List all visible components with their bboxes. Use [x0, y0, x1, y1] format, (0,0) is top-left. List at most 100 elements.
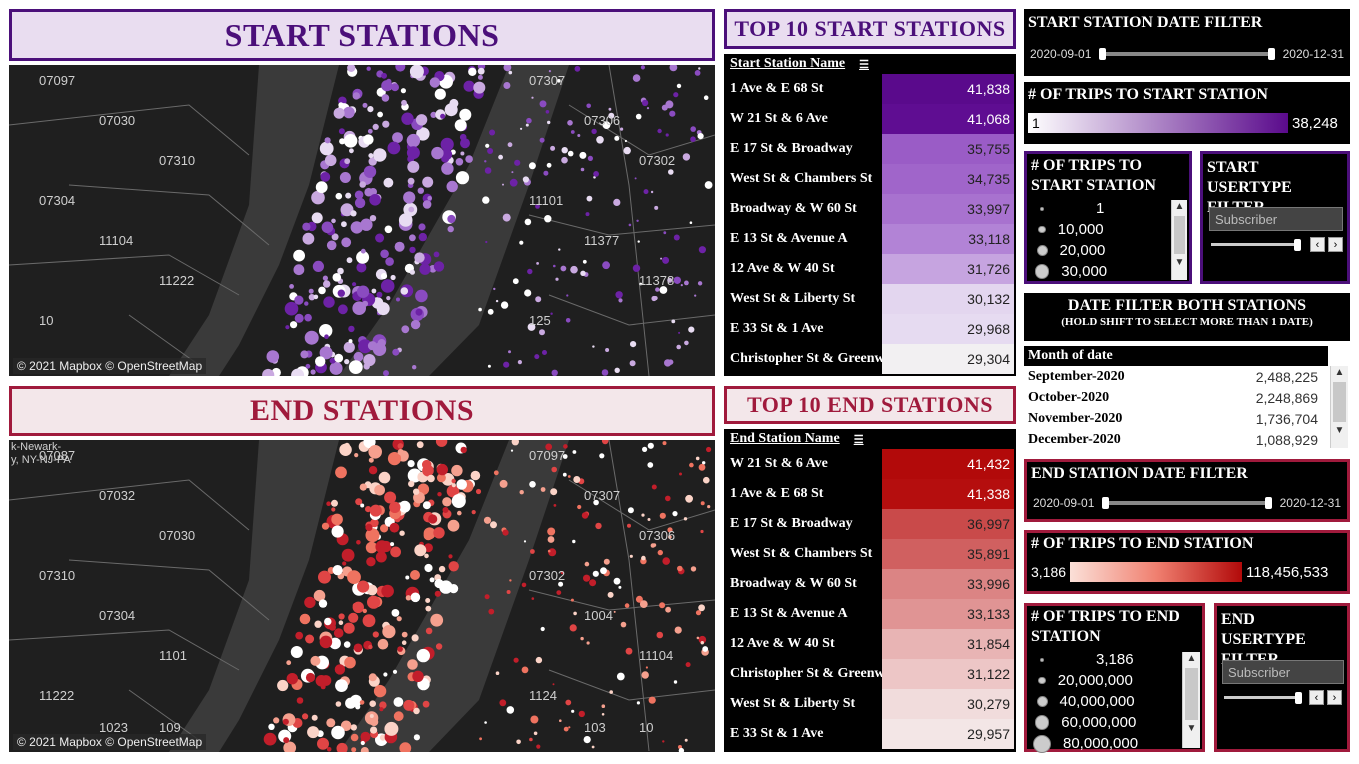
trip-count[interactable]: 29,957: [882, 719, 1014, 749]
station-name[interactable]: West St & Chambers St: [724, 164, 882, 194]
start-map[interactable]: 07097 07307 07030 07306 07310 07302 07304 11101…: [9, 65, 715, 376]
column-header-label[interactable]: Start Station Name: [730, 56, 845, 72]
scroll-up-icon[interactable]: ▲: [1172, 200, 1187, 214]
prev-button[interactable]: ‹: [1310, 237, 1325, 252]
station-name[interactable]: W 21 St & 6 Ave: [724, 104, 882, 134]
start-date-to[interactable]: 2020-12-31: [1283, 47, 1344, 61]
scroll-up-icon[interactable]: ▲: [1331, 366, 1348, 380]
station-name[interactable]: 12 Ave & W 40 St: [724, 254, 882, 284]
table-row[interactable]: Broadway & W 60 St 33,997: [724, 194, 1014, 224]
month-row[interactable]: December-2020 1,088,929: [1024, 429, 1350, 450]
station-name[interactable]: E 17 St & Broadway: [724, 134, 882, 164]
size-legend-item[interactable]: 20,000: [1035, 240, 1189, 261]
table-row[interactable]: 1 Ave & E 68 St 41,838: [724, 74, 1014, 104]
scroll-down-icon[interactable]: ▼: [1183, 722, 1200, 736]
table-row[interactable]: Broadway & W 60 St 33,996: [724, 569, 1014, 599]
month-label[interactable]: November-2020: [1024, 411, 1214, 427]
slider-handle[interactable]: [1295, 692, 1302, 704]
month-value[interactable]: 1,088,929: [1214, 432, 1318, 448]
table-row[interactable]: Christopher St & Greenw.. 29,304: [724, 344, 1014, 374]
table-row[interactable]: E 13 St & Avenue A 33,133: [724, 599, 1014, 629]
table-row[interactable]: W 21 St & 6 Ave 41,068: [724, 104, 1014, 134]
end-usertype-slider[interactable]: [1224, 692, 1302, 704]
station-name[interactable]: E 17 St & Broadway: [724, 509, 882, 539]
month-value[interactable]: 2,488,225: [1214, 369, 1318, 385]
month-column-header[interactable]: Month of date: [1024, 346, 1328, 366]
table-row[interactable]: E 13 St & Avenue A 33,118: [724, 224, 1014, 254]
trip-count[interactable]: 29,304: [882, 344, 1014, 374]
slider-right-handle[interactable]: [1264, 497, 1272, 509]
table-row[interactable]: 1 Ave & E 68 St 41,338: [724, 479, 1014, 509]
size-legend-item[interactable]: 60,000,000: [1034, 712, 1202, 733]
month-scrollbar[interactable]: ▲ ▼: [1330, 366, 1348, 448]
station-name[interactable]: 1 Ave & E 68 St: [724, 74, 882, 104]
month-row[interactable]: October-2020 2,248,869: [1024, 387, 1350, 408]
station-name[interactable]: W 21 St & 6 Ave: [724, 449, 882, 479]
table-row[interactable]: E 17 St & Broadway 35,755: [724, 134, 1014, 164]
table-row[interactable]: E 33 St & 1 Ave 29,957: [724, 719, 1014, 749]
scroll-down-icon[interactable]: ▼: [1331, 424, 1348, 438]
sort-icon[interactable]: ☰: [859, 58, 869, 71]
station-name[interactable]: E 33 St & 1 Ave: [724, 314, 882, 344]
station-name[interactable]: E 13 St & Avenue A: [724, 599, 882, 629]
table-row[interactable]: West St & Liberty St 30,279: [724, 689, 1014, 719]
trip-count[interactable]: 31,122: [882, 659, 1014, 689]
end-map-canvas[interactable]: 07087 0709707032 0730707030 0730607310 07302…: [9, 440, 715, 752]
end-map[interactable]: 07087 07097 07032 07307 07030 07306 07310 07302…: [9, 440, 715, 752]
scroll-up-icon[interactable]: ▲: [1183, 652, 1200, 666]
station-name[interactable]: Broadway & W 60 St: [724, 569, 882, 599]
size-legend-item[interactable]: 30,000: [1034, 261, 1189, 282]
size-legend-item[interactable]: 80,000,000: [1033, 733, 1202, 754]
slider-right-handle[interactable]: [1267, 48, 1275, 60]
month-column-label[interactable]: Month of date: [1024, 348, 1113, 363]
station-name[interactable]: Broadway & W 60 St: [724, 194, 882, 224]
trip-count[interactable]: 41,338: [882, 479, 1014, 509]
station-name[interactable]: West St & Chambers St: [724, 539, 882, 569]
scroll-thumb[interactable]: [1333, 382, 1346, 422]
next-button[interactable]: ›: [1328, 237, 1343, 252]
table-row[interactable]: West St & Liberty St 30,132: [724, 284, 1014, 314]
end-date-to[interactable]: 2020-12-31: [1280, 496, 1341, 510]
month-row[interactable]: November-2020 1,736,704: [1024, 408, 1350, 429]
trip-count[interactable]: 41,838: [882, 74, 1014, 104]
end-date-slider[interactable]: [1102, 497, 1272, 509]
sort-icon[interactable]: ☰: [854, 433, 864, 446]
map-attribution[interactable]: © 2021 Mapbox © OpenStreetMap: [13, 734, 207, 750]
trip-count[interactable]: 30,132: [882, 284, 1014, 314]
size-legend-item[interactable]: 10,000: [1035, 219, 1189, 240]
trip-count[interactable]: 33,118: [882, 224, 1014, 254]
scroll-down-icon[interactable]: ▼: [1172, 256, 1187, 270]
start-map-canvas[interactable]: 07097 07307 07030 07306 07310 07302 07304 11101…: [9, 65, 715, 376]
station-name[interactable]: 12 Ave & W 40 St: [724, 629, 882, 659]
prev-button[interactable]: ‹: [1309, 690, 1324, 705]
trip-count[interactable]: 29,968: [882, 314, 1014, 344]
trip-count[interactable]: 34,735: [882, 164, 1014, 194]
next-button[interactable]: ›: [1327, 690, 1342, 705]
station-name[interactable]: Christopher St & Greenw..: [724, 659, 882, 689]
station-name[interactable]: E 13 St & Avenue A: [724, 224, 882, 254]
station-name[interactable]: West St & Liberty St: [724, 284, 882, 314]
end-date-from[interactable]: 2020-09-01: [1033, 496, 1094, 510]
table-row[interactable]: W 21 St & 6 Ave 41,432: [724, 449, 1014, 479]
map-attribution[interactable]: © 2021 Mapbox © OpenStreetMap: [13, 358, 207, 374]
station-name[interactable]: West St & Liberty St: [724, 689, 882, 719]
start-usertype-slider[interactable]: [1211, 239, 1301, 251]
trip-count[interactable]: 33,996: [882, 569, 1014, 599]
trip-count[interactable]: 31,726: [882, 254, 1014, 284]
trip-count[interactable]: 36,997: [882, 509, 1014, 539]
trip-count[interactable]: 30,279: [882, 689, 1014, 719]
station-name[interactable]: E 33 St & 1 Ave: [724, 719, 882, 749]
start-usertype-select[interactable]: Subscriber: [1209, 207, 1343, 231]
column-header-label[interactable]: End Station Name: [730, 431, 840, 447]
month-label[interactable]: December-2020: [1024, 432, 1214, 448]
slider-left-handle[interactable]: [1102, 497, 1110, 509]
size-legend-item[interactable]: 3,186: [1035, 649, 1202, 670]
start-date-from[interactable]: 2020-09-01: [1030, 47, 1091, 61]
start-station-column-header[interactable]: Start Station Name ☰: [724, 54, 1016, 74]
slider-handle[interactable]: [1294, 239, 1301, 251]
trip-count[interactable]: 35,755: [882, 134, 1014, 164]
station-name[interactable]: 1 Ave & E 68 St: [724, 479, 882, 509]
month-row[interactable]: September-2020 2,488,225: [1024, 366, 1350, 387]
trip-count[interactable]: 33,997: [882, 194, 1014, 224]
trip-count[interactable]: 35,891: [882, 539, 1014, 569]
